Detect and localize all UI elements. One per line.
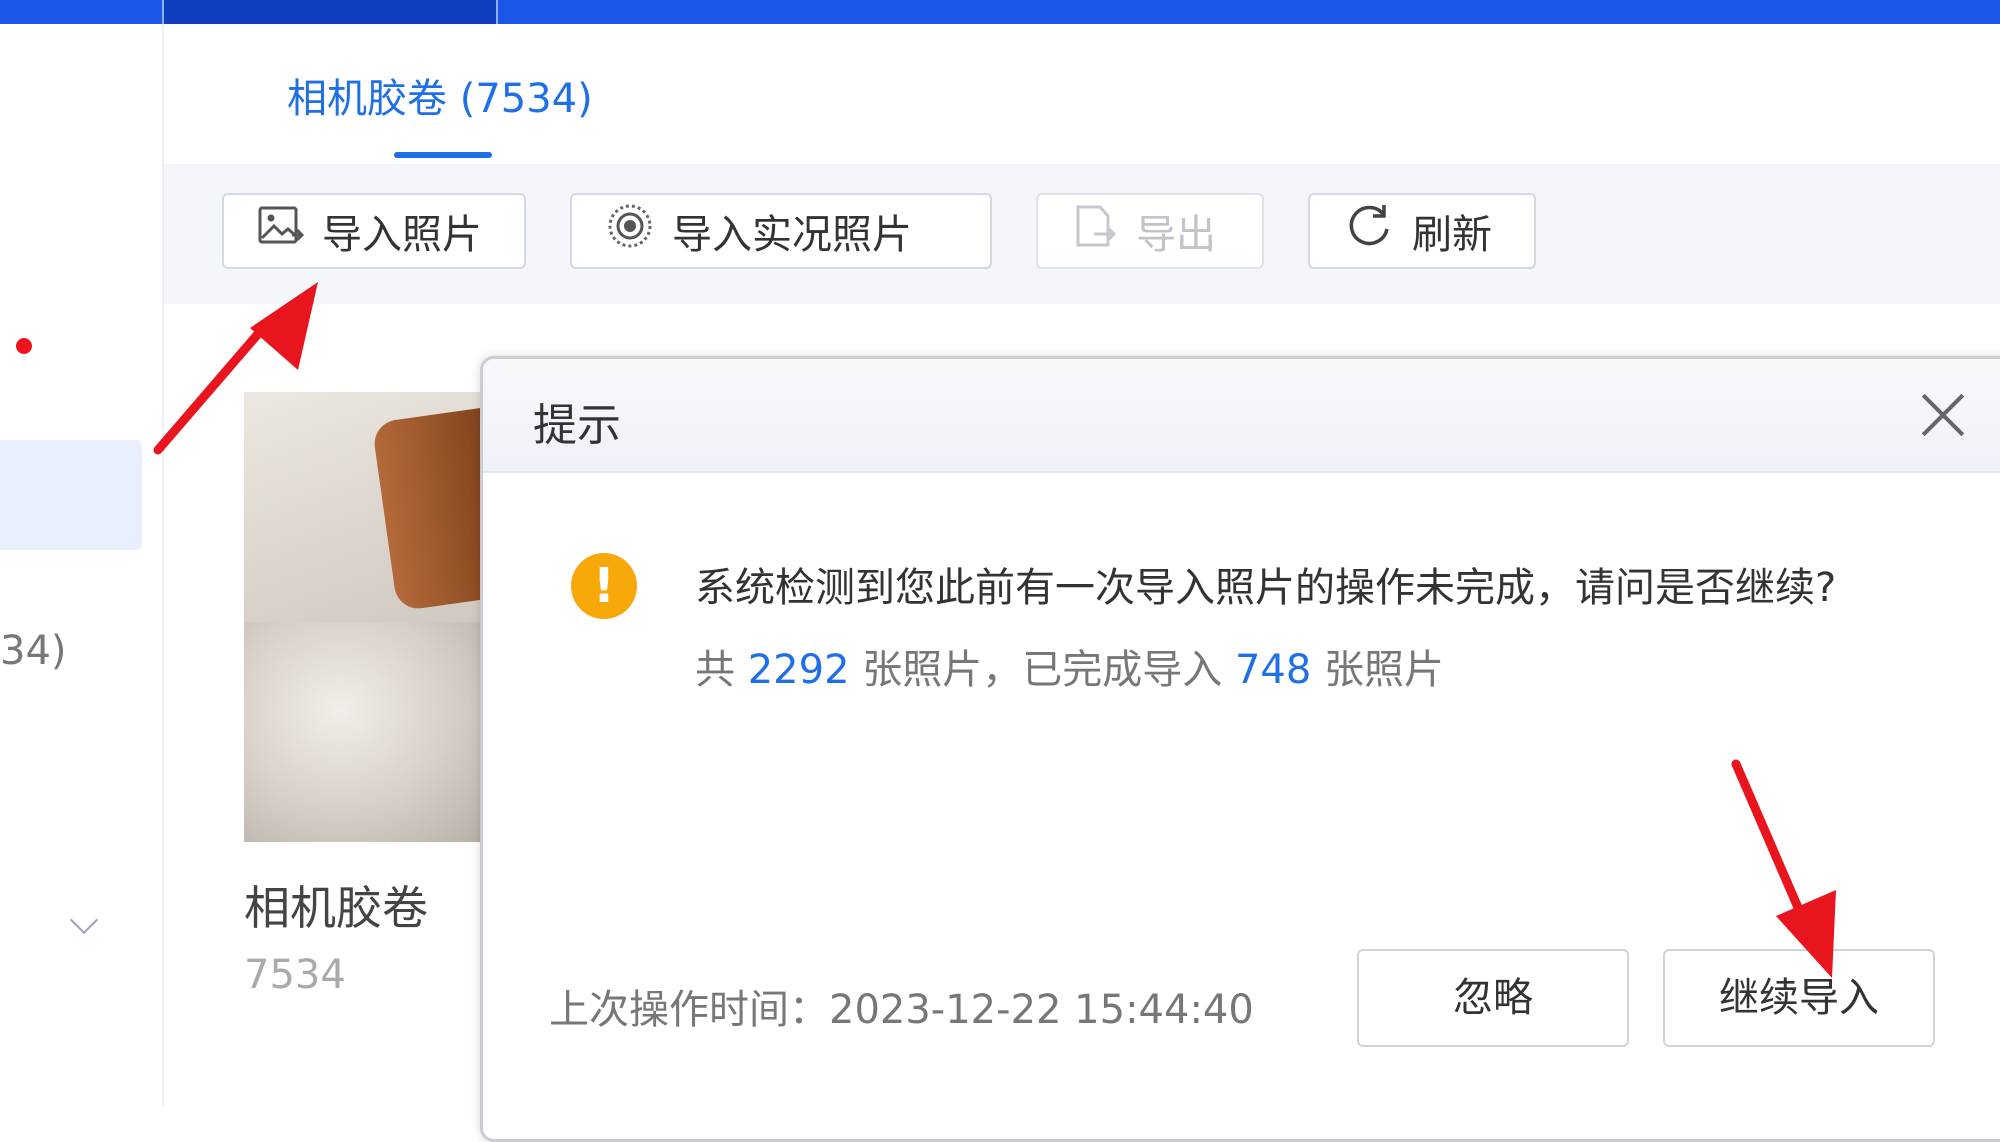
refresh-button[interactable]: 刷新 <box>1308 193 1536 269</box>
sidebar: 34) <box>0 24 164 1106</box>
import-live-photos-label: 导入实况照片 <box>672 212 912 258</box>
image-import-icon <box>258 205 305 257</box>
dialog-progress-text: 共 2292 张照片，已完成导入 748 张照片 <box>695 637 1444 695</box>
continue-import-button[interactable]: 继续导入 <box>1663 949 1935 1047</box>
album-thumbnail[interactable] <box>244 392 484 842</box>
ignore-button[interactable]: 忽略 <box>1357 949 1629 1047</box>
last-time-value: 2023-12-22 15:44:40 <box>829 987 1254 1033</box>
tab-active-underline <box>394 152 492 158</box>
close-icon[interactable] <box>1919 391 1967 439</box>
thumbnail-jar <box>371 402 484 612</box>
import-photos-button[interactable]: 导入照片 <box>222 193 526 269</box>
notification-dot <box>16 338 32 354</box>
live-photo-icon <box>606 202 654 260</box>
dialog-message: 系统检测到您此前有一次导入照片的操作未完成，请问是否继续? <box>695 565 1837 611</box>
resume-import-dialog: 提示 ! 系统检测到您此前有一次导入照片的操作未完成，请问是否继续? 共 229… <box>480 356 2000 1142</box>
sidebar-selected-item[interactable] <box>0 440 142 935</box>
album-count: 7534 <box>244 952 346 998</box>
progress-done: 748 <box>1234 647 1312 693</box>
chevron-down-icon[interactable] <box>69 905 99 935</box>
dialog-header: 提示 <box>483 359 2000 473</box>
thumbnail-fur <box>244 622 484 842</box>
export-button[interactable]: 导出 <box>1036 193 1264 269</box>
last-operation-time: 上次操作时间：2023-12-22 15:44:40 <box>549 977 1254 1035</box>
top-bar <box>0 0 2000 24</box>
import-photos-label: 导入照片 <box>322 212 482 258</box>
album-title[interactable]: 相机胶卷 <box>244 872 428 938</box>
last-time-label: 上次操作时间： <box>549 987 829 1033</box>
import-live-photos-button[interactable]: 导入实况照片 <box>570 193 992 269</box>
sidebar-count: 34) <box>0 628 67 674</box>
progress-suffix: 张照片 <box>1324 647 1445 693</box>
export-label: 导出 <box>1136 212 1216 258</box>
tab-camera-roll[interactable]: 相机胶卷 (7534) <box>287 66 593 124</box>
export-icon <box>1072 204 1118 258</box>
progress-middle: 张照片，已完成导入 <box>862 647 1223 693</box>
progress-total: 2292 <box>747 647 850 693</box>
refresh-label: 刷新 <box>1412 212 1492 258</box>
refresh-icon <box>1344 201 1394 261</box>
dialog-title: 提示 <box>533 400 621 451</box>
top-bar-active-segment[interactable] <box>162 0 498 24</box>
warning-icon: ! <box>571 553 637 619</box>
progress-prefix: 共 <box>695 647 735 693</box>
